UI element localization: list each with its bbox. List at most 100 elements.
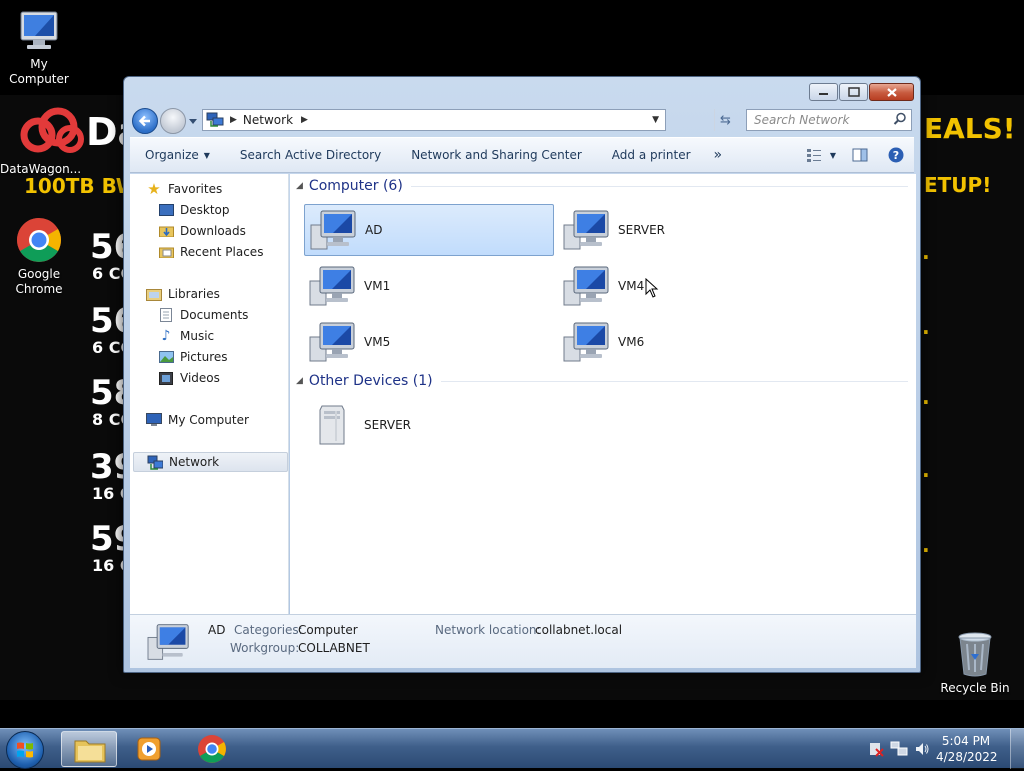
recycle-bin-icon [958, 632, 992, 677]
start-button[interactable] [6, 731, 44, 769]
desktop-icon-my-computer[interactable]: My Computer [0, 8, 78, 87]
search-input[interactable]: Search Network [746, 109, 912, 131]
address-bar[interactable]: ▶ Network ▶ ▼ [202, 109, 666, 131]
forward-button[interactable] [160, 108, 186, 134]
nav-label: Documents [180, 308, 249, 322]
recent-places-icon [158, 244, 174, 260]
clock[interactable]: 5:04 PM 4/28/2022 [936, 733, 998, 765]
nav-documents[interactable]: Documents [158, 305, 248, 325]
preview-pane-button[interactable] [842, 137, 878, 173]
nav-videos[interactable]: Videos [158, 368, 220, 388]
search-placeholder: Search Network [754, 113, 850, 127]
navigation-pane: ★ Favorites Desktop Downloads Recent Pla… [130, 174, 289, 614]
minimize-button[interactable] [809, 83, 838, 101]
collapse-triangle-icon: ◢ [296, 181, 303, 191]
close-icon [886, 87, 897, 97]
nav-label: Downloads [180, 224, 246, 238]
desktop-icon-recycle-bin[interactable]: Recycle Bin [936, 630, 1014, 696]
desktop-icon-google-chrome[interactable]: Google Chrome [0, 216, 78, 297]
details-categories-label: Categories: [234, 623, 303, 637]
nav-music[interactable]: ♪ Music [158, 326, 215, 346]
libraries-icon [146, 286, 162, 302]
taskbar-chrome-button[interactable] [184, 731, 240, 767]
clock-time: 5:04 PM [941, 734, 991, 748]
breadcrumb-network[interactable]: Network [243, 113, 293, 127]
desktop-icon-datawagon[interactable]: DataWagon... [0, 142, 81, 177]
search-active-directory-button[interactable]: Search Active Directory [225, 137, 396, 173]
nav-label: Libraries [168, 287, 220, 301]
nav-label: Favorites [168, 182, 223, 196]
desktop-icon-label: Google Chrome [15, 267, 63, 296]
breadcrumb-separator-icon[interactable]: ▶ [301, 115, 308, 125]
group-header-other-devices[interactable]: ◢ Other Devices (1) [296, 373, 908, 389]
nav-favorites[interactable]: ★ Favorites [146, 179, 222, 199]
network-item-ad[interactable]: AD [304, 204, 554, 256]
server-tower-icon [319, 405, 345, 445]
volume-icon[interactable] [914, 741, 930, 760]
nav-pictures[interactable]: Pictures [158, 347, 228, 367]
organize-label: Organize [145, 148, 199, 162]
computer-icon [563, 322, 609, 362]
nav-libraries[interactable]: Libraries [146, 284, 220, 304]
media-player-icon [137, 737, 161, 761]
star-icon: ★ [147, 180, 161, 198]
nav-recent-places[interactable]: Recent Places [158, 242, 263, 262]
content-pane: ◢ Computer (6) AD SERVER VM1 VM4 VM5 VM6… [290, 174, 916, 614]
music-icon: ♪ [161, 328, 171, 344]
pictures-icon [158, 349, 174, 365]
breadcrumb-separator-icon[interactable]: ▶ [230, 115, 237, 125]
add-printer-button[interactable]: Add a printer [597, 137, 706, 173]
nav-label: Desktop [180, 203, 230, 217]
network-item-other-server[interactable]: SERVER [304, 399, 554, 451]
details-workgroup-label: Workgroup: [230, 641, 300, 655]
nav-downloads[interactable]: Downloads [158, 221, 246, 241]
network-item-vm1[interactable]: VM1 [304, 260, 554, 312]
desktop-icon [158, 202, 174, 218]
item-label: VM6 [618, 335, 645, 349]
nav-network[interactable]: Network [133, 452, 288, 472]
wallpaper-dot: . [922, 385, 930, 409]
clock-date: 4/28/2022 [936, 750, 998, 764]
action-center-icon[interactable] [868, 741, 884, 760]
network-icon [206, 112, 224, 127]
downloads-folder-icon [158, 223, 174, 239]
chrome-icon [198, 735, 226, 763]
refresh-button[interactable]: ⇆ [714, 109, 736, 131]
taskbar-media-player-button[interactable] [121, 731, 177, 767]
wallpaper-dot: . [922, 458, 930, 482]
details-location-label: Network location: [435, 623, 541, 637]
network-status-icon[interactable] [890, 741, 908, 760]
close-button[interactable] [869, 83, 914, 101]
address-row: ▶ Network ▶ ▼ ⇆ Search Network [130, 107, 914, 134]
group-divider [410, 185, 908, 187]
chevron-down-icon: ▼ [829, 150, 836, 160]
back-button[interactable] [132, 108, 158, 134]
recent-pages-dropdown-icon[interactable] [188, 116, 198, 126]
taskbar-explorer-button[interactable] [61, 731, 117, 767]
organize-menu[interactable]: Organize ▼ [130, 137, 225, 173]
show-desktop-button[interactable] [1010, 729, 1024, 769]
network-item-vm5[interactable]: VM5 [304, 316, 554, 368]
network-icon [147, 454, 163, 470]
svg-text:?: ? [893, 149, 899, 162]
nav-label: Pictures [180, 350, 228, 364]
change-view-button[interactable]: ▼ [800, 137, 842, 173]
nav-label: Videos [180, 371, 220, 385]
group-header-computer[interactable]: ◢ Computer (6) [296, 178, 908, 194]
network-item-vm6[interactable]: VM6 [558, 316, 808, 368]
wallpaper-dot: . [922, 533, 930, 557]
videos-icon [158, 370, 174, 386]
network-sharing-center-button[interactable]: Network and Sharing Center [396, 137, 597, 173]
network-item-vm4[interactable]: VM4 [558, 260, 808, 312]
address-dropdown-icon[interactable]: ▼ [652, 115, 659, 125]
help-icon: ? [888, 147, 904, 163]
nav-my-computer[interactable]: My Computer [146, 410, 249, 430]
help-button[interactable]: ? [878, 137, 914, 173]
computer-icon [147, 624, 189, 660]
more-commands-button[interactable]: » [706, 137, 731, 173]
maximize-button[interactable] [839, 83, 868, 101]
nav-label: Recent Places [180, 245, 264, 259]
network-item-server[interactable]: SERVER [558, 204, 808, 256]
group-divider [440, 380, 908, 382]
nav-desktop[interactable]: Desktop [158, 200, 230, 220]
